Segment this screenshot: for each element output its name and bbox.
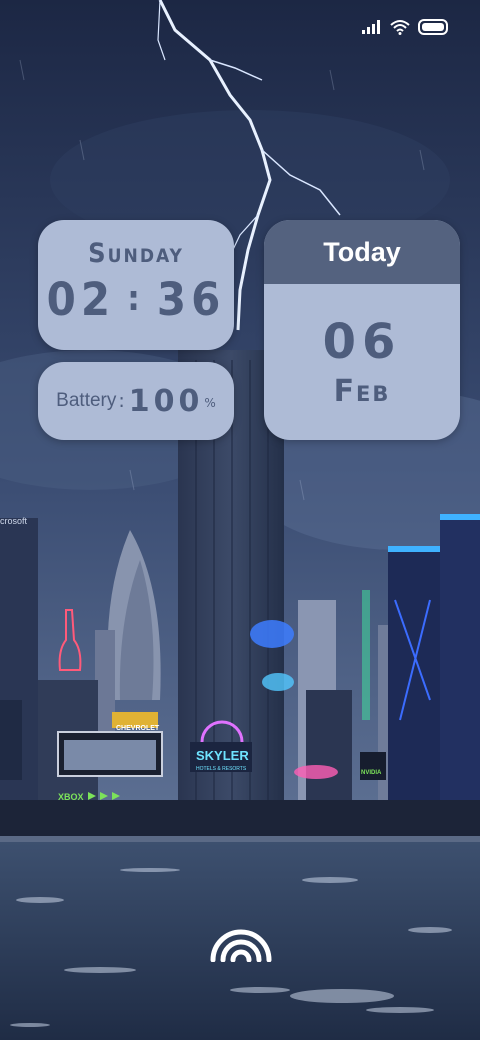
wifi-icon <box>390 19 410 35</box>
fingerprint-arc-icon[interactable] <box>209 924 273 963</box>
battery-value: 100 <box>128 383 204 419</box>
hours-value: 02 <box>46 273 116 326</box>
date-widget-header: Today <box>264 220 460 284</box>
time-display: 02:36 <box>38 273 234 326</box>
time-separator: : <box>127 277 145 319</box>
battery-widget[interactable]: Battery : 100 % <box>38 362 234 440</box>
signal-icon <box>362 20 382 34</box>
status-bar <box>362 14 450 40</box>
weekday-label: Sunday <box>88 238 184 269</box>
sign-brand-1: CHEVROLET <box>116 725 160 732</box>
sign-brand-2: SKYLER <box>196 748 249 763</box>
battery-separator: : <box>118 390 125 412</box>
battery-label: Battery <box>56 390 117 411</box>
day-number: 06 <box>322 314 402 370</box>
month-label: Feb <box>333 374 391 409</box>
sign-brand-4: NVIDIA <box>361 770 382 776</box>
sign-brand-5: crosoft <box>0 516 28 526</box>
battery-unit: % <box>204 396 216 410</box>
minutes-value: 36 <box>156 273 226 326</box>
battery-icon <box>418 19 450 35</box>
sign-brand-2-sub: HOTELS & RESORTS <box>196 766 247 772</box>
date-widget[interactable]: Today 06 Feb <box>264 220 460 440</box>
wallpaper: crosoft CHEVROLET SKYLER HOTELS & RESORT… <box>0 0 480 1040</box>
clock-widget[interactable]: Sunday 02:36 <box>38 220 234 350</box>
